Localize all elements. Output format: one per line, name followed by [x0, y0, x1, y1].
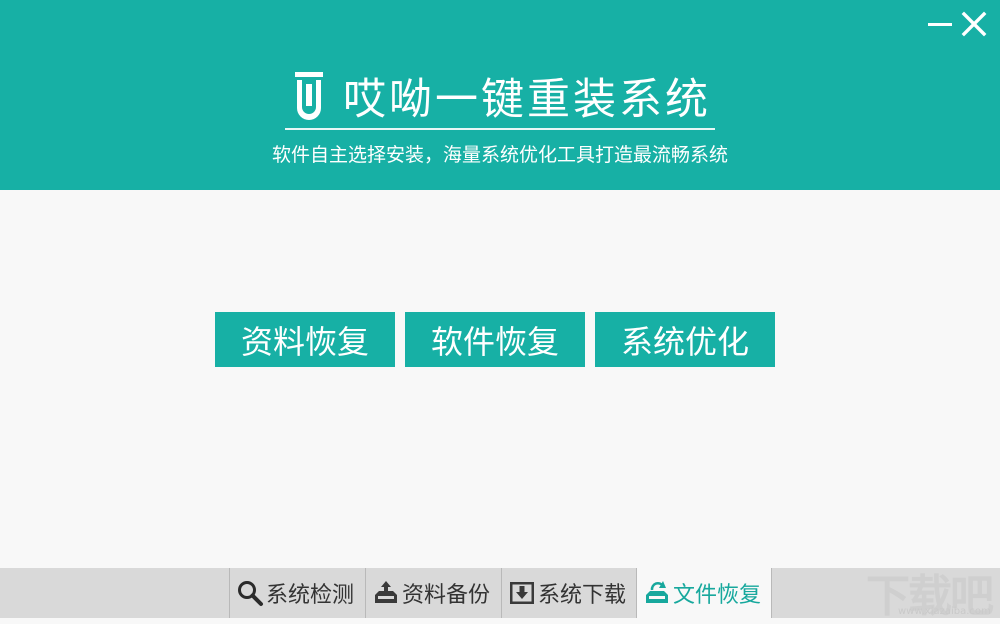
- app-title: 哎呦一键重装系统: [343, 75, 711, 125]
- data-recovery-button[interactable]: 资料恢复: [215, 312, 395, 367]
- minimize-icon: [928, 23, 952, 26]
- system-optimize-button[interactable]: 系统优化: [595, 312, 775, 367]
- close-icon: [961, 11, 987, 37]
- tab-label: 资料备份: [402, 583, 491, 608]
- tab-file-recovery[interactable]: 文件恢复: [636, 568, 772, 618]
- tab-label: 系统下载: [538, 583, 627, 608]
- tube-logo-icon: [295, 72, 323, 120]
- tray-upload-icon: [375, 581, 397, 603]
- watermark-url: www.xiazaiba.com: [898, 606, 991, 617]
- magnifier-icon: [238, 581, 263, 606]
- bottom-tab-bar: 系统检测 资料备份 系统下载 文件恢复: [0, 568, 1000, 618]
- title-divider: [285, 128, 715, 130]
- download-box-icon: [510, 582, 534, 604]
- tab-label: 系统检测: [266, 583, 355, 608]
- tab-system-check[interactable]: 系统检测: [229, 568, 365, 618]
- close-button[interactable]: [960, 10, 988, 38]
- tab-label: 文件恢复: [673, 583, 762, 608]
- watermark: 下载吧 www.xiazaiba.com: [862, 560, 998, 622]
- header-banner: 哎呦一键重装系统 软件自主选择安装，海量系统优化工具打造最流畅系统: [0, 0, 1000, 190]
- subtitle: 软件自主选择安装，海量系统优化工具打造最流畅系统: [271, 144, 728, 166]
- minimize-button[interactable]: [926, 10, 954, 38]
- action-buttons: 资料恢复 软件恢复 系统优化: [215, 312, 775, 367]
- title-row: 哎呦一键重装系统: [0, 66, 1000, 126]
- tab-system-download[interactable]: 系统下载: [501, 568, 636, 618]
- tray-restore-icon: [646, 581, 668, 603]
- software-recovery-button[interactable]: 软件恢复: [405, 312, 585, 367]
- tab-data-backup[interactable]: 资料备份: [365, 568, 501, 618]
